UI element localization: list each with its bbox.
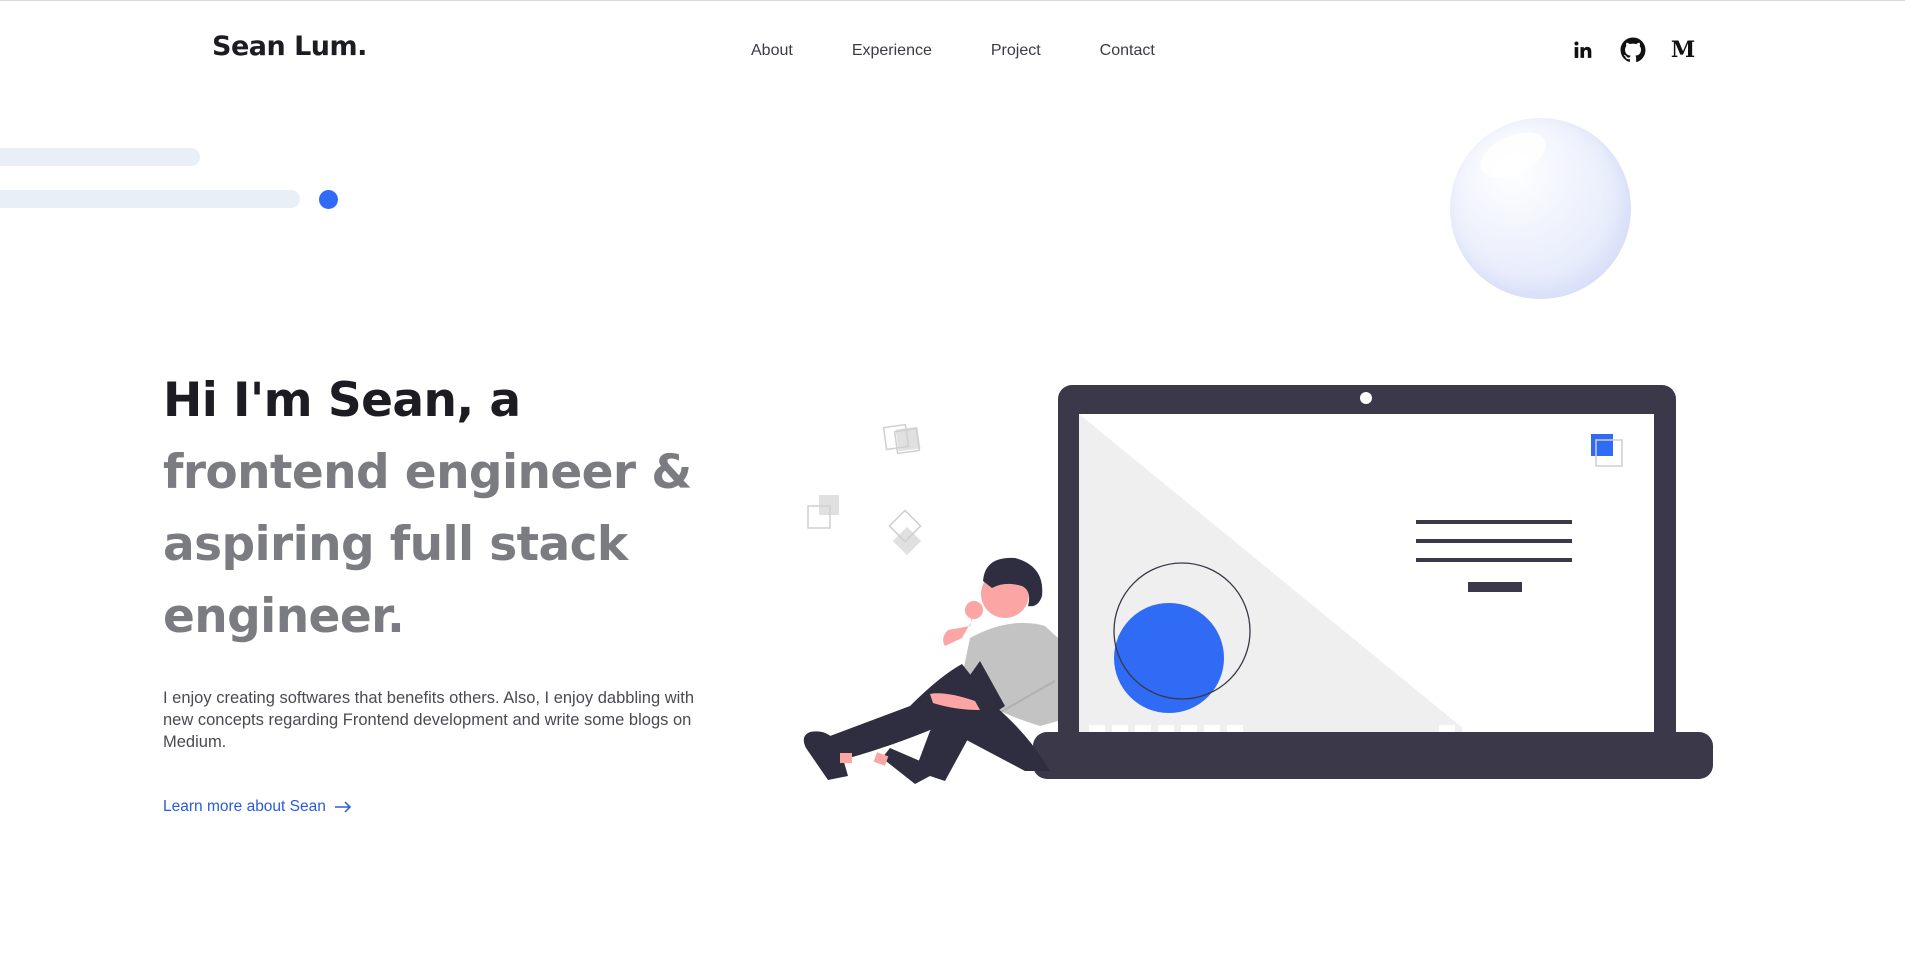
nav-contact[interactable]: Contact xyxy=(1100,42,1155,60)
medium-icon[interactable]: M xyxy=(1670,37,1696,63)
page: Sean Lum. About Experience Project Conta… xyxy=(0,0,1905,974)
medium-icon-glyph: M xyxy=(1670,37,1696,63)
learn-more-label: Learn more about Sean xyxy=(163,798,326,815)
hero-description: I enjoy creating softwares that benefits… xyxy=(163,689,695,751)
hero-title: Hi I'm Sean, a frontend engineer & aspir… xyxy=(163,365,723,653)
decor-bar-top xyxy=(0,148,200,166)
nav-project[interactable]: Project xyxy=(991,42,1041,60)
hero-title-line-4: engineer. xyxy=(163,589,405,644)
nav-experience[interactable]: Experience xyxy=(852,42,932,60)
decor-bar-bottom xyxy=(0,190,300,208)
learn-more-link[interactable]: Learn more about Sean xyxy=(163,798,352,816)
nav-about[interactable]: About xyxy=(751,42,793,60)
main-nav: About Experience Project Contact xyxy=(751,42,1214,60)
site-logo[interactable]: Sean Lum. xyxy=(212,31,367,62)
decor-bubble xyxy=(1450,118,1631,299)
hero-title-line-2: frontend engineer & xyxy=(163,445,692,500)
hero-illustration xyxy=(803,385,1713,784)
person-figure xyxy=(803,557,1058,784)
github-icon[interactable] xyxy=(1620,37,1646,63)
decor-dot xyxy=(319,190,338,209)
floating-squares xyxy=(807,423,922,556)
linkedin-icon[interactable] xyxy=(1570,37,1596,63)
laptop-base xyxy=(1033,732,1713,779)
hero-title-line-1: Hi I'm Sean, a xyxy=(163,373,521,428)
social-links: M xyxy=(1570,37,1720,63)
laptop-camera xyxy=(1360,392,1372,404)
arrow-right-icon xyxy=(334,801,352,813)
hero-title-line-3: aspiring full stack xyxy=(163,517,628,572)
